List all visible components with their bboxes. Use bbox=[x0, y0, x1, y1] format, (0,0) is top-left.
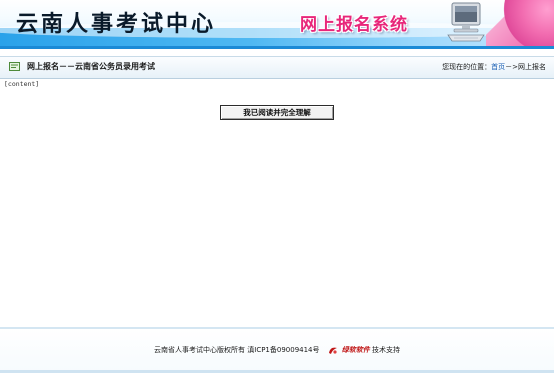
site-title: 云南人事考试中心 bbox=[16, 11, 217, 37]
footer-copyright: 云南省人事考试中心版权所有 bbox=[154, 346, 246, 354]
breadcrumb-home-link[interactable]: 首页 bbox=[491, 63, 505, 71]
breadcrumb-current: 网上报名 bbox=[518, 63, 546, 71]
computer-icon bbox=[447, 2, 485, 42]
content-placeholder: [content] bbox=[4, 80, 40, 88]
footer-text: 云南省人事考试中心版权所有 滇ICP1备09009414号 绿软软件 技术支持 bbox=[0, 345, 554, 355]
banner-pink-decoration bbox=[486, 0, 554, 46]
breadcrumb: 您现在的位置：首页－>网上报名 bbox=[442, 62, 546, 72]
header-strip bbox=[0, 46, 554, 49]
footer-icp[interactable]: 滇ICP1备09009414号 bbox=[247, 346, 319, 354]
location-bar: 网上报名－－云南省公务员录用考试 您现在的位置：首页－>网上报名 bbox=[0, 56, 554, 79]
system-title: 网上报名系统 bbox=[300, 15, 408, 35]
breadcrumb-prefix: 您现在的位置： bbox=[442, 63, 492, 71]
header-banner: 云南人事考试中心 网上报名系统 bbox=[0, 0, 554, 46]
form-icon bbox=[9, 62, 20, 71]
footer: 云南省人事考试中心版权所有 滇ICP1备09009414号 绿软软件 技术支持 bbox=[0, 329, 554, 373]
breadcrumb-separator: －> bbox=[505, 63, 518, 71]
vendor-logo-icon bbox=[328, 347, 337, 354]
vendor-name: 绿软软件 bbox=[341, 345, 370, 354]
footer-support: 技术支持 bbox=[371, 346, 400, 354]
agree-button[interactable]: 我已阅读并完全理解 bbox=[220, 105, 334, 120]
page-title: 网上报名－－云南省公务员录用考试 bbox=[27, 62, 155, 71]
